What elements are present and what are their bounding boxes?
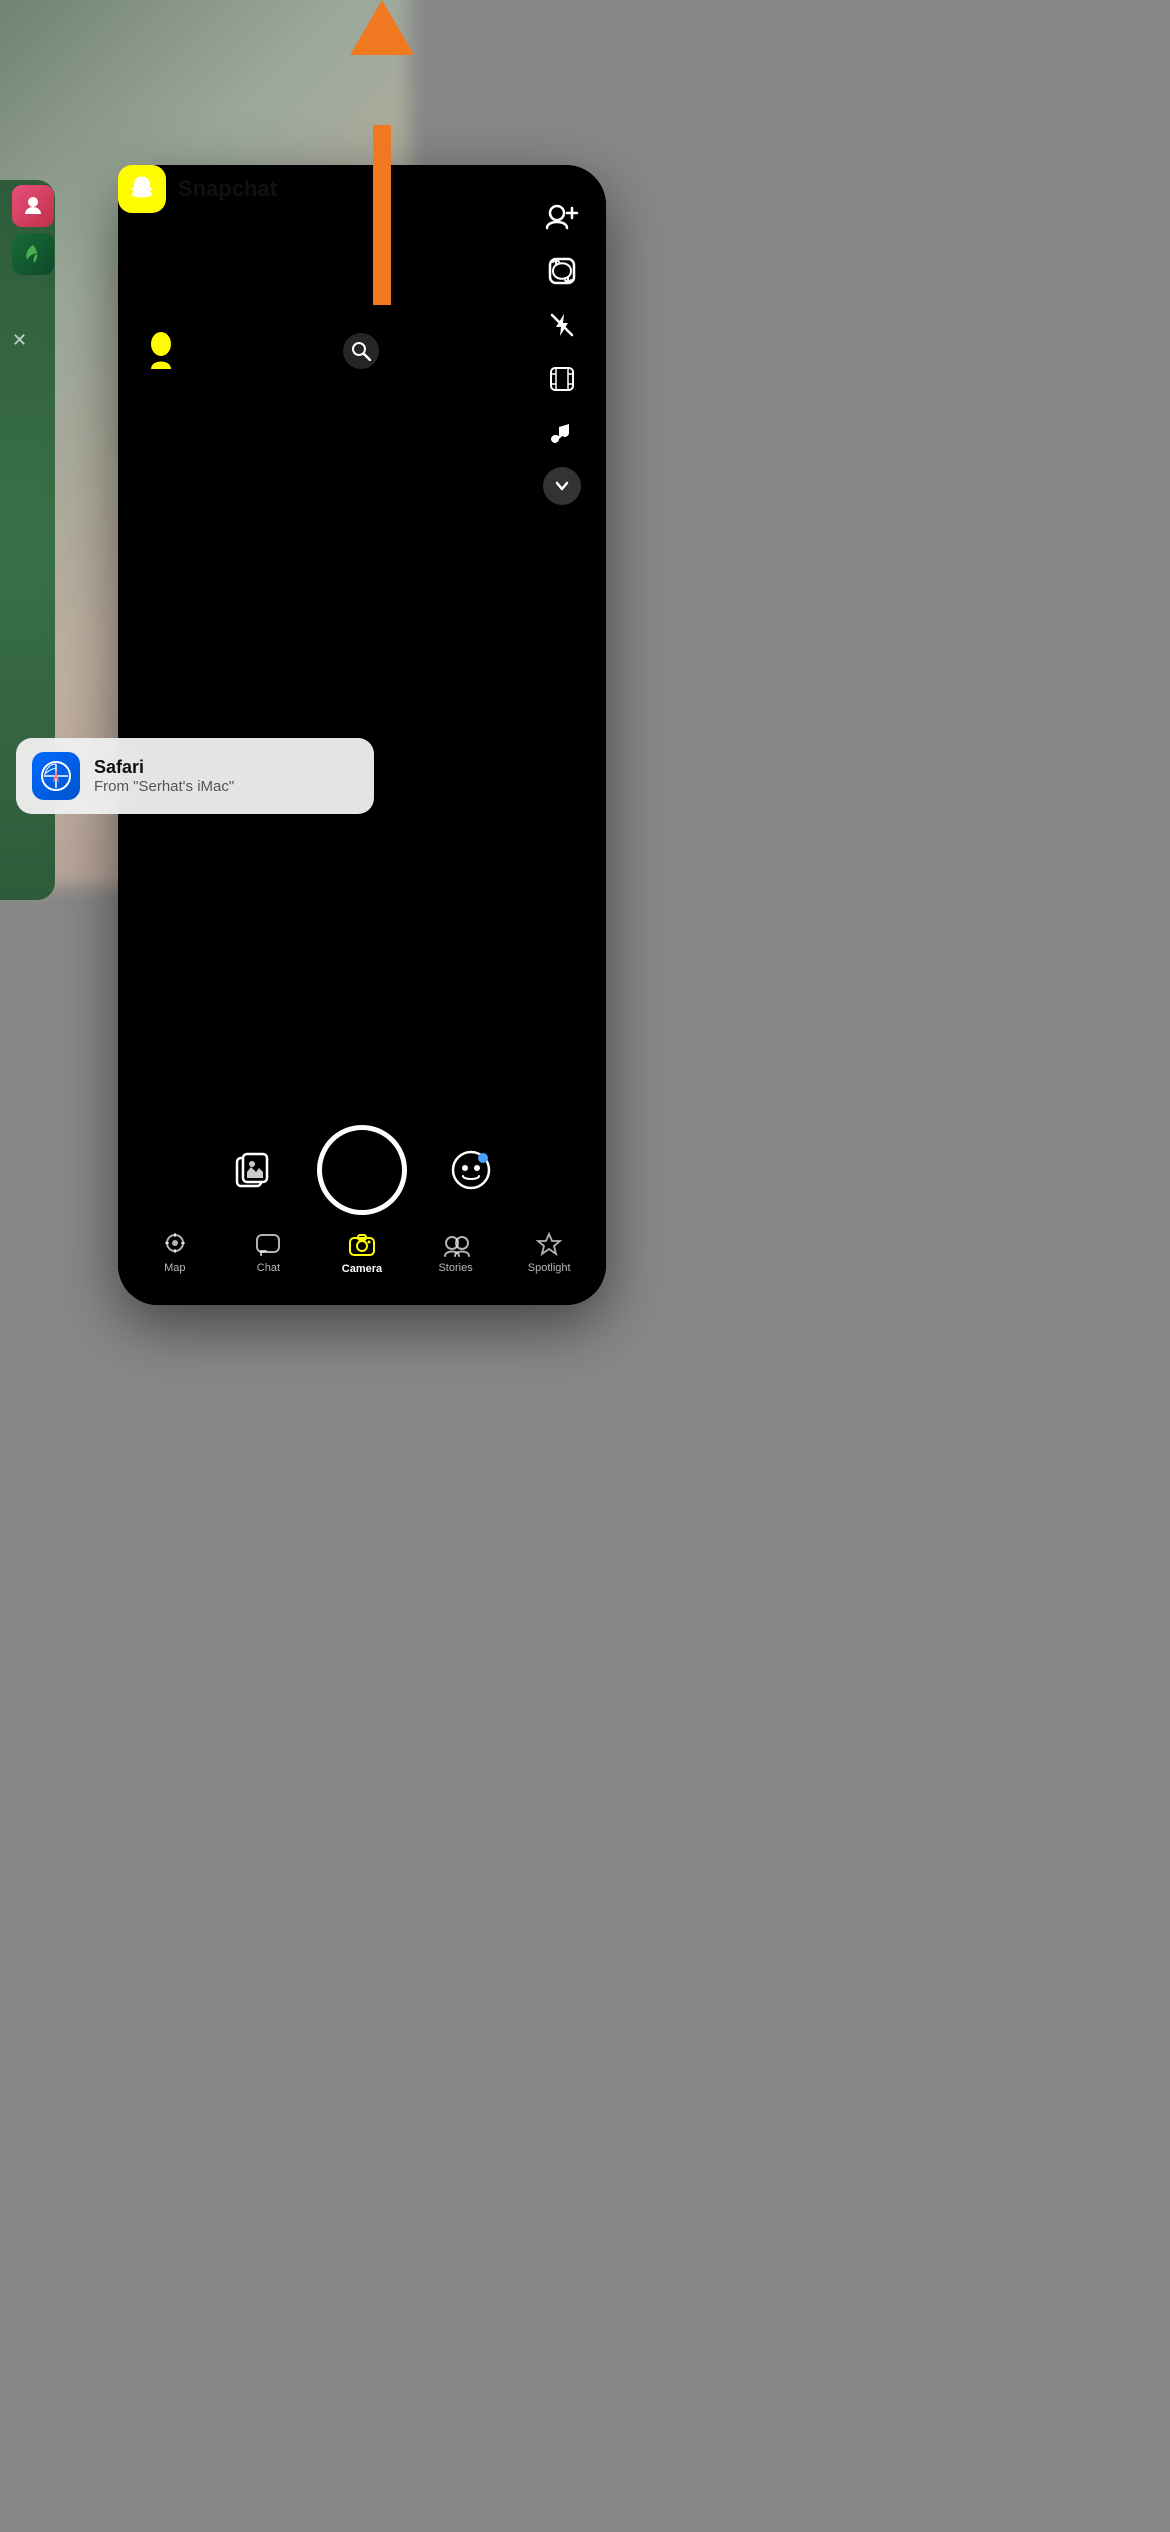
map-icon: [162, 1232, 188, 1258]
memories-icon[interactable]: [229, 1146, 277, 1194]
stories-label: Stories: [438, 1262, 472, 1274]
close-button[interactable]: ✕: [12, 330, 27, 351]
capture-button-inner: [327, 1135, 397, 1205]
spotlight-label: Spotlight: [528, 1262, 571, 1274]
chat-icon: [255, 1232, 281, 1258]
snapchat-title: Snapchat: [178, 176, 277, 202]
more-options-icon[interactable]: [543, 467, 581, 505]
safari-notification-subtitle: From "Serhat's iMac": [94, 778, 234, 795]
safari-notification-info: Safari From "Serhat's iMac": [94, 757, 234, 795]
camera-label: Camera: [342, 1263, 382, 1275]
safari-app-icon: [32, 752, 80, 800]
green-app-icon[interactable]: [12, 233, 54, 275]
snapchat-logo: [118, 165, 166, 213]
capture-button[interactable]: [317, 1125, 407, 1215]
other-apps: [12, 185, 54, 275]
profile-icon[interactable]: [142, 330, 180, 372]
rotate-camera-icon[interactable]: [542, 251, 582, 291]
orange-arrow: [350, 0, 414, 305]
arrow-head: [350, 0, 414, 55]
snapchat-app-header: Snapchat: [118, 165, 277, 213]
spotlight-icon: [536, 1232, 562, 1258]
safari-notification[interactable]: Safari From "Serhat's iMac": [16, 738, 374, 814]
nav-item-map[interactable]: Map: [128, 1232, 222, 1274]
lens-switcher-icon[interactable]: [447, 1146, 495, 1194]
nav-item-stories[interactable]: Stories: [409, 1232, 503, 1274]
safari-notification-title: Safari: [94, 757, 234, 778]
pink-app-icon[interactable]: [12, 185, 54, 227]
nav-item-spotlight[interactable]: Spotlight: [502, 1232, 596, 1274]
snapchat-navigation: Map Chat Camera: [118, 1217, 606, 1305]
search-icon[interactable]: [343, 333, 379, 369]
film-icon[interactable]: [542, 359, 582, 399]
add-friend-icon[interactable]: [542, 197, 582, 237]
music-icon[interactable]: [542, 413, 582, 453]
right-controls: [542, 197, 582, 505]
camera-icon: [348, 1231, 376, 1259]
nav-item-chat[interactable]: Chat: [222, 1232, 316, 1274]
snapchat-card: Map Chat Camera: [118, 165, 606, 1305]
camera-bottom-controls: [118, 1125, 606, 1215]
map-label: Map: [164, 1262, 185, 1274]
chat-label: Chat: [257, 1262, 280, 1274]
flash-off-icon[interactable]: [542, 305, 582, 345]
nav-item-camera[interactable]: Camera: [315, 1231, 409, 1275]
arrow-body: [373, 125, 391, 305]
stories-icon: [442, 1232, 470, 1258]
